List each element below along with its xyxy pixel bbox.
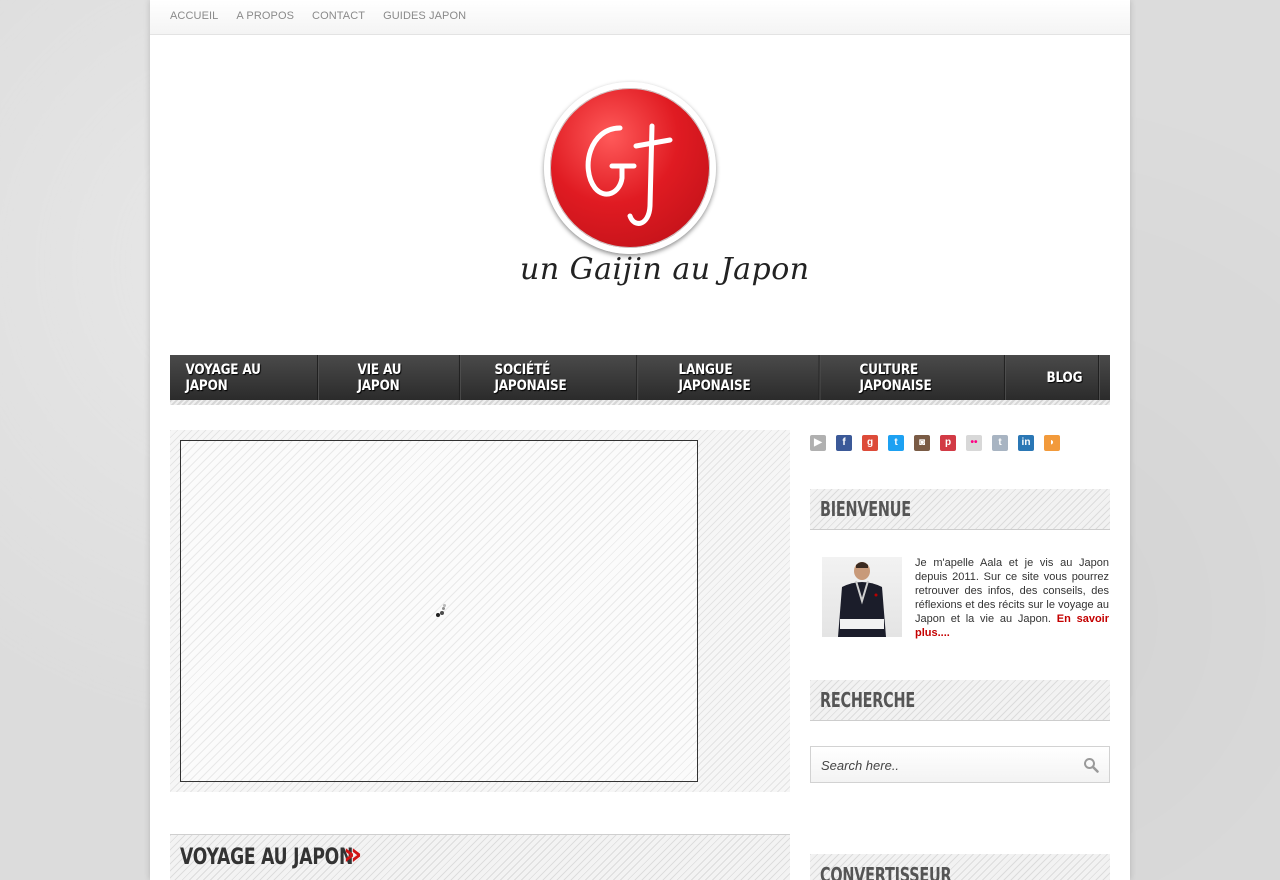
topnav-a-propos[interactable]: A PROPOS <box>236 10 294 22</box>
google-plus-icon[interactable]: g <box>862 435 878 451</box>
topnav-accueil[interactable]: ACCUEIL <box>170 10 218 22</box>
site-logo[interactable]: un Gaijin au Japon <box>520 80 809 315</box>
search-icon[interactable] <box>1083 757 1099 773</box>
topnav-contact[interactable]: CONTACT <box>312 10 365 22</box>
welcome-text: Je m'apelle Aala et je vis au Japon depu… <box>915 556 1109 640</box>
section-heading: Voyage au Japon » <box>170 834 790 880</box>
section-title[interactable]: Voyage au Japon <box>180 845 353 870</box>
converter-widget-title: Convertisseur <box>820 862 952 880</box>
nav-divider <box>170 400 1110 405</box>
page: ACCUEIL A PROPOS CONTACT GUIDES JAPON un… <box>150 0 1130 880</box>
nav-vie-au-japon[interactable]: Vie au Japon <box>342 355 460 400</box>
nav-voyage-au-japon[interactable]: Voyage au Japon <box>170 355 318 400</box>
nav-culture-japonaise[interactable]: Culture Japonaise <box>844 355 1006 400</box>
youtube-icon[interactable]: ▶ <box>810 435 826 451</box>
slider-frame[interactable] <box>180 440 698 782</box>
main-nav: Voyage au Japon Vie au Japon Société Jap… <box>170 355 1110 400</box>
featured-slider <box>170 430 790 792</box>
spinner-icon <box>436 604 450 619</box>
search-input[interactable] <box>821 755 1071 775</box>
converter-widget-heading: Convertisseur <box>810 854 1110 880</box>
welcome-widget-heading: Bienvenue <box>810 489 1110 530</box>
tumblr-icon[interactable]: t <box>992 435 1008 451</box>
logo-badge <box>544 82 716 254</box>
pinterest-icon[interactable]: p <box>940 435 956 451</box>
rss-icon[interactable]: ◗ <box>1044 435 1060 451</box>
nav-langue-japonaise[interactable]: Langue Japonaise <box>663 355 820 400</box>
author-avatar <box>822 557 902 637</box>
top-nav: ACCUEIL A PROPOS CONTACT GUIDES JAPON <box>150 0 1130 35</box>
facebook-icon[interactable]: f <box>836 435 852 451</box>
nav-societe-japonaise[interactable]: Société Japonaise <box>479 355 638 400</box>
nav-blog[interactable]: Blog <box>1031 355 1099 400</box>
search-box <box>810 746 1110 783</box>
search-widget-title: Recherche <box>820 688 915 712</box>
search-widget-heading: Recherche <box>810 680 1110 721</box>
flickr-icon[interactable]: •• <box>966 435 982 451</box>
topnav-guides-japon[interactable]: GUIDES JAPON <box>383 10 466 22</box>
section-arrow-icon: » <box>343 837 363 872</box>
social-icons: ▶ f g t ◙ p •• t in ◗ <box>810 435 1070 451</box>
logo-tagline: un Gaijin au Japon <box>520 252 810 287</box>
twitter-icon[interactable]: t <box>888 435 904 451</box>
linkedin-icon[interactable]: in <box>1018 435 1034 451</box>
welcome-widget-title: Bienvenue <box>820 497 911 521</box>
instagram-icon[interactable]: ◙ <box>914 435 930 451</box>
logo-monogram-icon <box>585 123 673 226</box>
